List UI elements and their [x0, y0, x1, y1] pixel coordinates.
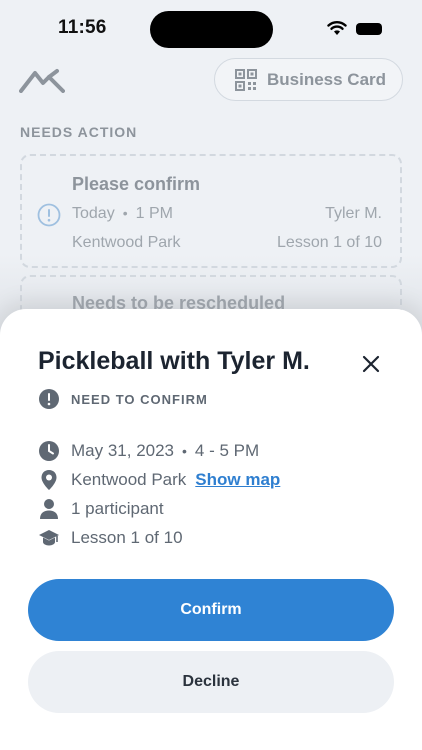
wifi-icon [327, 21, 347, 35]
card-person: Tyler M. [325, 205, 382, 222]
sheet-title: Pickleball with Tyler M. [38, 347, 310, 375]
close-icon[interactable] [360, 353, 382, 375]
battery-icon [356, 23, 382, 35]
business-card-button[interactable]: Business Card [214, 58, 403, 101]
date-text: May 31, 2023 [71, 441, 175, 460]
location-row: Kentwood Park Show map [38, 469, 280, 491]
lesson-text: Lesson 1 of 10 [71, 528, 183, 547]
card-time: 1 PM [135, 205, 173, 222]
needs-action-card[interactable]: Please confirm Today • 1 PM Tyler M. Kentw… [20, 154, 402, 268]
graduation-cap-icon [39, 530, 59, 546]
location-text: Kentwood Park [71, 470, 187, 489]
needs-action-heading: NEEDS ACTION [20, 124, 138, 140]
card-day: Today [72, 205, 115, 222]
location-pin-icon [41, 470, 57, 490]
card-title: Please confirm [72, 174, 201, 194]
participants-text: 1 participant [71, 499, 164, 518]
card-schedule: Today • 1 PM [72, 205, 173, 223]
clock-icon [39, 441, 59, 461]
time-range: 4 - 5 PM [194, 441, 260, 460]
business-card-label: Business Card [267, 69, 387, 89]
alert-icon [37, 203, 61, 227]
card-location: Kentwood Park [72, 234, 181, 251]
status-bar: 11:56 [0, 0, 422, 58]
participants-row: 1 participant [38, 498, 164, 520]
show-map-link[interactable]: Show map [195, 470, 280, 490]
separator-dot: • [182, 443, 187, 459]
bottom-sheet: Pickleball with Tyler M. NEED TO CONFIRM… [0, 309, 422, 750]
card-lesson: Lesson 1 of 10 [277, 234, 382, 251]
qr-code-icon [235, 68, 257, 91]
status-label: NEED TO CONFIRM [71, 391, 208, 407]
separator-dot: • [122, 205, 128, 221]
screen: 11:56 Business Card NEEDS ACTION Please … [0, 0, 422, 750]
status-badge: NEED TO CONFIRM [38, 388, 208, 410]
status-time: 11:56 [58, 17, 107, 38]
alert-icon [39, 389, 59, 409]
date-row: May 31, 2023 • 4 - 5 PM [38, 440, 259, 462]
person-icon [40, 499, 58, 519]
dynamic-island [150, 11, 273, 48]
decline-button[interactable]: Decline [28, 651, 394, 713]
lesson-row: Lesson 1 of 10 [38, 527, 183, 549]
confirm-button[interactable]: Confirm [28, 579, 394, 641]
logo-icon[interactable] [19, 67, 65, 93]
